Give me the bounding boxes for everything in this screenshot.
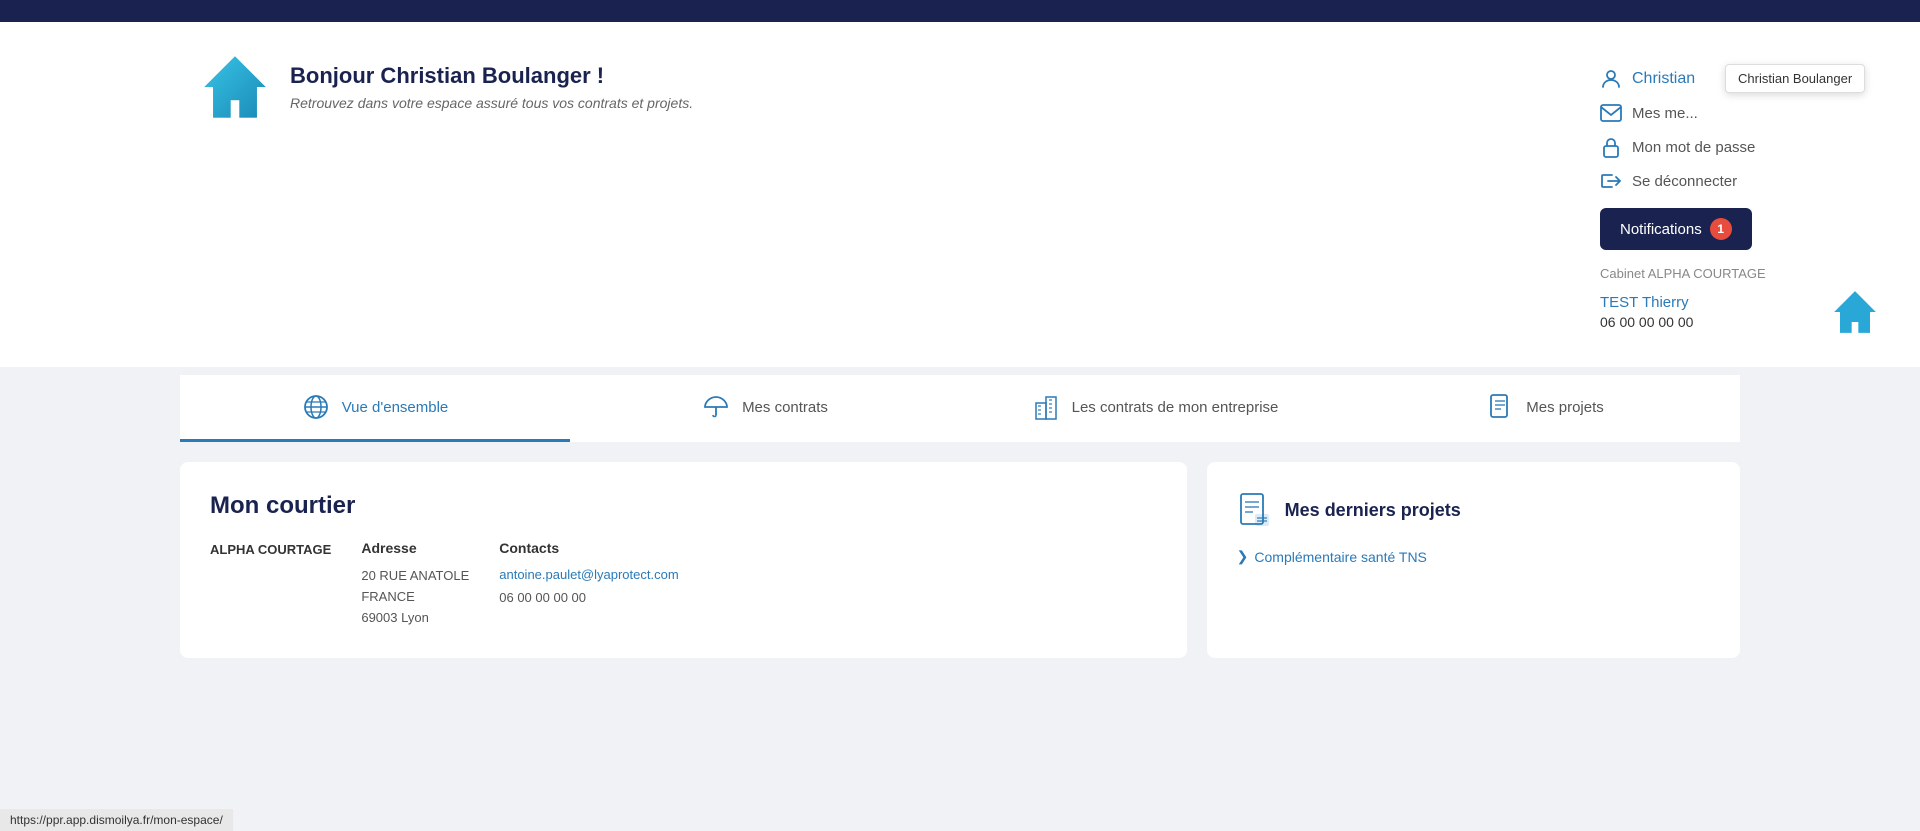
courtier-address-col: Adresse 20 RUE ANATOLE FRANCE 69003 Lyon <box>361 540 469 628</box>
greeting-subtitle: Retrouvez dans votre espace assuré tous … <box>290 95 693 111</box>
lock-icon <box>1600 136 1622 158</box>
password-label: Mon mot de passe <box>1632 139 1755 156</box>
status-bar: https://ppr.app.dismoilya.fr/mon-espace/ <box>0 809 233 831</box>
agent-info: TEST Thierry 06 00 00 00 00 <box>1600 287 1880 337</box>
main-content: Mon courtier ALPHA COURTAGE Adresse 20 R… <box>0 442 1920 678</box>
user-name-label: Christian <box>1632 70 1695 88</box>
projets-card: Mes derniers projets Complémentaire sant… <box>1207 462 1740 658</box>
courtier-email[interactable]: antoine.paulet@lyaprotect.com <box>499 567 678 582</box>
courtier-company-col: ALPHA COURTAGE <box>210 540 331 628</box>
document-icon <box>1486 393 1514 421</box>
tab-contrats-entreprise-label: Les contrats de mon entreprise <box>1072 399 1279 416</box>
projets-document-icon <box>1237 492 1273 528</box>
agent-phone: 06 00 00 00 00 <box>1600 314 1693 330</box>
status-url: https://ppr.app.dismoilya.fr/mon-espace/ <box>10 813 223 827</box>
header-section: Bonjour Christian Boulanger ! Retrouvez … <box>0 22 1920 367</box>
courtier-title: Mon courtier <box>210 492 1157 520</box>
courtier-table: ALPHA COURTAGE Adresse 20 RUE ANATOLE FR… <box>210 540 1157 628</box>
courtier-card: Mon courtier ALPHA COURTAGE Adresse 20 R… <box>180 462 1187 658</box>
courtier-contacts-label: Contacts <box>499 540 678 556</box>
tab-vue-ensemble[interactable]: Vue d'ensemble <box>180 375 570 442</box>
top-navigation-bar <box>0 0 1920 22</box>
projets-title: Mes derniers projets <box>1285 500 1461 521</box>
password-link[interactable]: Mon mot de passe <box>1600 130 1755 164</box>
envelope-icon <box>1600 102 1622 124</box>
tab-mes-contrats-label: Mes contrats <box>742 399 828 416</box>
notifications-badge: 1 <box>1710 218 1732 240</box>
messages-label: Mes me... <box>1632 105 1698 122</box>
tabs-row: Vue d'ensemble Mes contrats <box>180 375 1740 442</box>
notifications-button[interactable]: Notifications 1 <box>1600 208 1752 250</box>
greeting-title: Bonjour Christian Boulanger ! <box>290 63 693 89</box>
courtier-address-city: 69003 Lyon <box>361 608 469 629</box>
agent-details: TEST Thierry 06 00 00 00 00 <box>1600 294 1693 330</box>
courtier-company: ALPHA COURTAGE <box>210 540 331 561</box>
agent-house-icon <box>1830 287 1880 337</box>
cabinet-label: Cabinet ALPHA COURTAGE <box>1600 266 1766 281</box>
user-icon <box>1600 68 1622 90</box>
header-text: Bonjour Christian Boulanger ! Retrouvez … <box>290 63 693 111</box>
projets-header: Mes derniers projets <box>1237 492 1710 528</box>
user-tooltip: Christian Boulanger <box>1725 64 1865 93</box>
courtier-address-line1: 20 RUE ANATOLE <box>361 566 469 587</box>
courtier-address-label: Adresse <box>361 540 469 556</box>
user-profile-link[interactable]: Christian Christian Boulanger <box>1600 62 1695 96</box>
logout-link[interactable]: Se déconnecter <box>1600 164 1737 198</box>
courtier-phone: 06 00 00 00 00 <box>499 588 678 609</box>
header-right: Christian Christian Boulanger Mes me... <box>1600 52 1880 337</box>
notifications-label: Notifications <box>1620 221 1702 238</box>
tab-mes-projets-label: Mes projets <box>1526 399 1604 416</box>
logout-icon <box>1600 170 1622 192</box>
tab-mes-projets[interactable]: Mes projets <box>1350 375 1740 442</box>
umbrella-icon <box>702 393 730 421</box>
logout-label: Se déconnecter <box>1632 173 1737 190</box>
header-left: Bonjour Christian Boulanger ! Retrouvez … <box>200 52 1600 122</box>
courtier-address-line2: FRANCE <box>361 587 469 608</box>
courtier-contacts-col: Contacts antoine.paulet@lyaprotect.com 0… <box>499 540 678 628</box>
tab-vue-ensemble-label: Vue d'ensemble <box>342 399 449 416</box>
projet-item-sante-tns[interactable]: Complémentaire santé TNS <box>1237 548 1710 565</box>
globe-icon <box>302 393 330 421</box>
tab-mes-contrats[interactable]: Mes contrats <box>570 375 960 442</box>
messages-link[interactable]: Mes me... <box>1600 96 1698 130</box>
agent-name: TEST Thierry <box>1600 294 1693 311</box>
tabs-section: Vue d'ensemble Mes contrats <box>0 375 1920 442</box>
house-icon-large <box>200 52 270 122</box>
tab-contrats-entreprise[interactable]: Les contrats de mon entreprise <box>960 375 1350 442</box>
building-icon <box>1032 393 1060 421</box>
